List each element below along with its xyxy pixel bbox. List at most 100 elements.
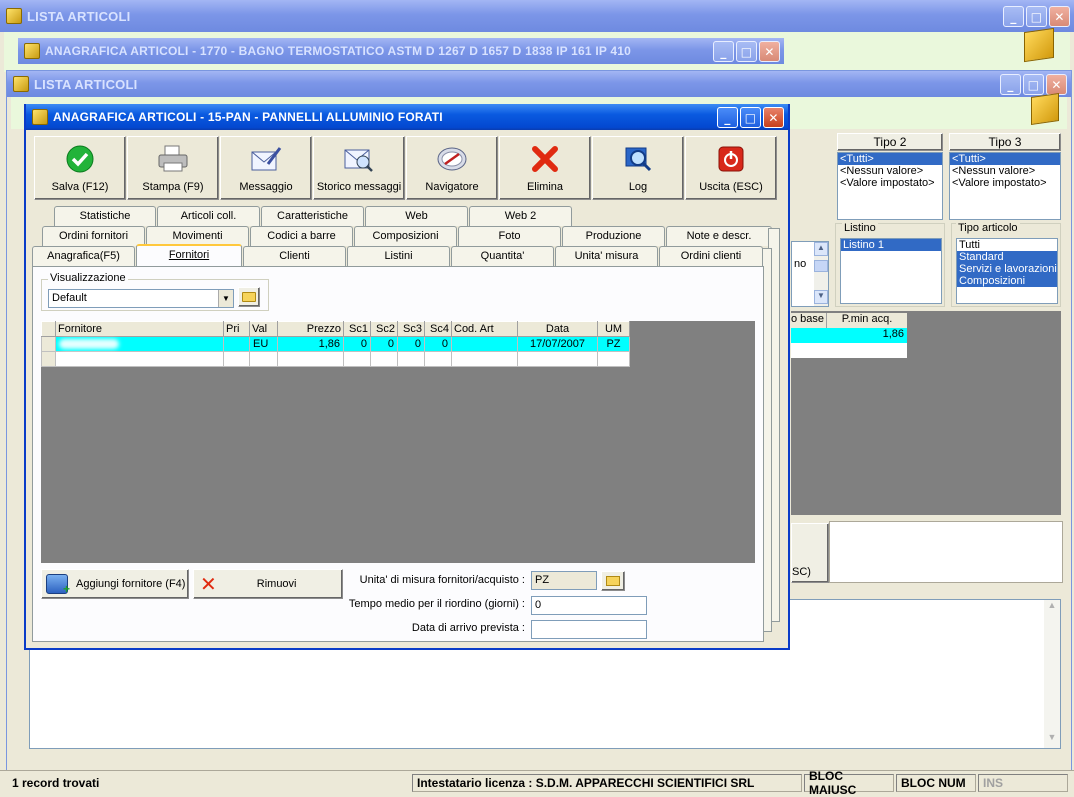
cell-sc3[interactable]: 0 xyxy=(397,336,425,352)
tab-codici-a-barre[interactable]: Codici a barre xyxy=(250,226,353,246)
list-grid-header-2[interactable]: P.min acq. xyxy=(827,313,907,328)
memo-scrollbar[interactable]: ▲ ▼ xyxy=(1044,600,1060,748)
message-button[interactable]: Messaggio xyxy=(220,136,312,200)
col-fornitore[interactable]: Fornitore xyxy=(55,321,224,337)
col-um[interactable]: UM xyxy=(597,321,630,337)
list-grid-area[interactable]: o base P.min acq. 1,86 xyxy=(791,311,1061,515)
tab-foto[interactable]: Foto xyxy=(458,226,561,246)
col-pri[interactable]: Pri xyxy=(223,321,250,337)
tab-caratteristiche[interactable]: Caratteristiche xyxy=(261,206,364,226)
empty-cell[interactable] xyxy=(397,351,425,367)
empty-cell[interactable] xyxy=(370,351,398,367)
list-item[interactable]: <Nessun valore> xyxy=(950,165,1060,177)
cell-sc2[interactable]: 0 xyxy=(370,336,398,352)
chevron-down-icon[interactable]: ▼ xyxy=(218,290,233,307)
navigator-button[interactable]: Navigatore xyxy=(406,136,498,200)
maximize-button[interactable]: □ xyxy=(1023,74,1044,95)
visualizzazione-select[interactable]: Default ▼ xyxy=(48,289,234,308)
empty-cell[interactable] xyxy=(249,351,278,367)
list-item[interactable]: <Nessun valore> xyxy=(838,165,942,177)
maximize-button[interactable]: □ xyxy=(740,107,761,128)
tab-unita-misura[interactable]: Unita' misura xyxy=(555,246,658,266)
cell-val[interactable]: EU xyxy=(249,336,278,352)
list-item[interactable]: <Valore impostato> xyxy=(950,177,1060,189)
list-grid-cell[interactable]: 1,86 xyxy=(791,328,907,343)
empty-cell[interactable] xyxy=(223,351,250,367)
tipo2-header[interactable]: Tipo 2 xyxy=(837,133,943,151)
col-sc3[interactable]: Sc3 xyxy=(397,321,425,337)
minimize-button[interactable]: _ xyxy=(1000,74,1021,95)
log-button[interactable]: Log xyxy=(592,136,684,200)
um-folder-button[interactable] xyxy=(601,571,625,591)
exit-button[interactable]: Uscita (ESC) xyxy=(685,136,777,200)
tab-composizioni[interactable]: Composizioni xyxy=(354,226,457,246)
close-button[interactable]: ✕ xyxy=(1046,74,1067,95)
row-indicator[interactable] xyxy=(41,351,56,367)
empty-cell[interactable] xyxy=(424,351,452,367)
arrivo-field[interactable] xyxy=(531,620,647,639)
folder-button[interactable] xyxy=(238,287,260,307)
tab-fornitori[interactable]: Fornitori xyxy=(136,244,242,266)
list-item[interactable]: Listino 1 xyxy=(841,239,941,251)
empty-cell[interactable] xyxy=(277,351,344,367)
cell-sc1[interactable]: 0 xyxy=(343,336,371,352)
partial-listbox[interactable]: no ▲ ▼ xyxy=(791,241,829,307)
table-row-empty[interactable] xyxy=(41,351,630,367)
add-supplier-button[interactable]: + Aggiungi fornitore (F4) xyxy=(41,569,189,599)
empty-cell[interactable] xyxy=(343,351,371,367)
print-button[interactable]: Stampa (F9) xyxy=(127,136,219,200)
tab-note-e-descr[interactable]: Note e descr. xyxy=(666,226,772,246)
list-grid-header-1[interactable]: o base xyxy=(791,313,827,328)
maximize-button[interactable]: □ xyxy=(736,41,757,62)
col-sc1[interactable]: Sc1 xyxy=(343,321,371,337)
col-sc2[interactable]: Sc2 xyxy=(370,321,398,337)
col-sc4[interactable]: Sc4 xyxy=(424,321,452,337)
tab-ordini-clienti[interactable]: Ordini clienti xyxy=(659,246,763,266)
close-button[interactable]: ✕ xyxy=(763,107,784,128)
cell-um[interactable]: PZ xyxy=(597,336,630,352)
list-item[interactable]: <Tutti> xyxy=(838,153,942,165)
close-button[interactable]: ✕ xyxy=(1049,6,1070,27)
tab-web[interactable]: Web xyxy=(365,206,468,226)
save-button[interactable]: Salva (F12) xyxy=(34,136,126,200)
scroll-down-icon[interactable]: ▼ xyxy=(814,290,828,304)
tab-web-2[interactable]: Web 2 xyxy=(469,206,572,226)
back-window-titlebar[interactable]: LISTA ARTICOLI _ □ ✕ xyxy=(0,0,1074,32)
empty-cell[interactable] xyxy=(597,351,630,367)
tab-listini[interactable]: Listini xyxy=(347,246,450,266)
um-field[interactable]: PZ xyxy=(531,571,597,590)
partial-exit-button[interactable]: SC) xyxy=(791,523,829,583)
list-item[interactable]: Servizi e lavorazioni xyxy=(957,263,1057,275)
col-data[interactable]: Data xyxy=(517,321,598,337)
tempo-field[interactable]: 0 xyxy=(531,596,647,615)
tab-ordini-fornitori[interactable]: Ordini fornitori xyxy=(42,226,145,246)
delete-button[interactable]: Elimina xyxy=(499,136,591,200)
minimize-button[interactable]: _ xyxy=(713,41,734,62)
tipo2-listbox[interactable]: <Tutti> <Nessun valore> <Valore impostat… xyxy=(837,152,943,220)
tab-articoli-coll[interactable]: Articoli coll. xyxy=(157,206,260,226)
remove-button[interactable]: ✕ Rimuovi xyxy=(193,569,343,599)
cell-prezzo[interactable]: 1,86 xyxy=(277,336,344,352)
cell-pri[interactable] xyxy=(223,336,250,352)
cell-fornitore[interactable] xyxy=(55,336,224,352)
empty-cell[interactable] xyxy=(517,351,598,367)
cell-cod-art[interactable] xyxy=(451,336,518,352)
cell-sc4[interactable]: 0 xyxy=(424,336,452,352)
cell-data[interactable]: 17/07/2007 xyxy=(517,336,598,352)
list-item[interactable]: <Valore impostato> xyxy=(838,177,942,189)
tipo3-header[interactable]: Tipo 3 xyxy=(949,133,1061,151)
tipo3-listbox[interactable]: <Tutti> <Nessun valore> <Valore impostat… xyxy=(949,152,1061,220)
list-item[interactable]: Tutti xyxy=(957,239,1057,251)
empty-cell[interactable] xyxy=(55,351,224,367)
maximize-button[interactable]: □ xyxy=(1026,6,1047,27)
suppliers-grid[interactable]: Fornitore Pri Val Prezzo Sc1 Sc2 Sc3 Sc4… xyxy=(41,321,755,563)
minimize-button[interactable]: _ xyxy=(1003,6,1024,27)
tab-produzione[interactable]: Produzione xyxy=(562,226,665,246)
tipo-articolo-listbox[interactable]: Tutti Standard Servizi e lavorazioni Com… xyxy=(956,238,1058,304)
row-indicator[interactable] xyxy=(41,336,56,352)
scroll-thumb[interactable] xyxy=(814,260,828,272)
table-row[interactable]: EU 1,86 0 0 0 0 17/07/2007 PZ xyxy=(41,336,630,352)
col-cod-art[interactable]: Cod. Art xyxy=(451,321,518,337)
close-button[interactable]: ✕ xyxy=(759,41,780,62)
listino-listbox[interactable]: Listino 1 xyxy=(840,238,942,304)
